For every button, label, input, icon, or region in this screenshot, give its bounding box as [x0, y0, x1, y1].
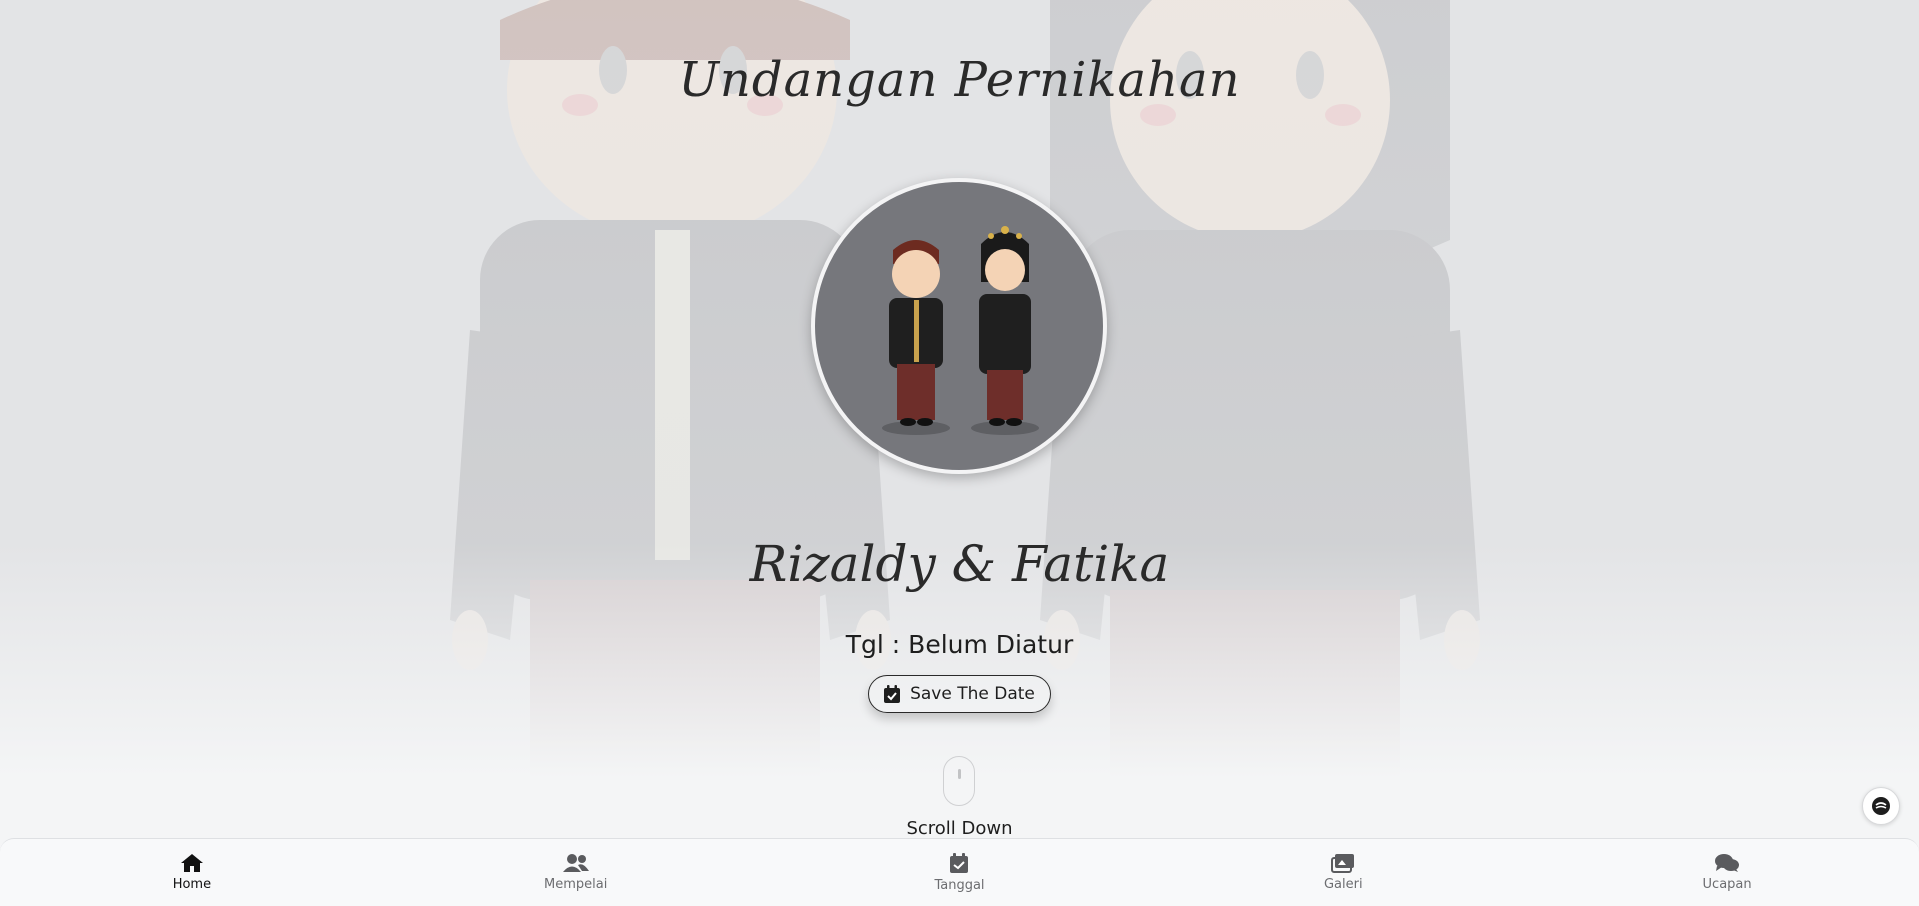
nav-item-galeri[interactable]: Galeri: [1151, 839, 1535, 906]
calendar-check-icon: [950, 853, 969, 873]
nav-item-label: Galeri: [1323, 877, 1363, 892]
nav-item-label: Ucapan: [1702, 877, 1752, 892]
couple-names: Rizaldy & Fatika: [749, 535, 1170, 593]
images-icon: [1331, 854, 1355, 873]
hero-section: Undangan Pernikahan Rizaldy & Fatika Tgl…: [0, 0, 1919, 839]
nav-item-label: Mempelai: [544, 877, 608, 892]
home-icon: [180, 854, 203, 872]
music-toggle-button[interactable]: [1862, 787, 1900, 825]
nav-item-home[interactable]: Home: [0, 839, 384, 906]
nav-item-label: Home: [172, 877, 212, 892]
nav-item-tanggal[interactable]: Tanggal: [768, 839, 1152, 906]
music-disc-icon: [1872, 797, 1890, 815]
calendar-check-icon: [884, 685, 901, 703]
comments-icon: [1715, 854, 1740, 872]
scroll-mouse-icon: [943, 756, 975, 806]
page-title: Undangan Pernikahan: [678, 52, 1241, 108]
couple-illustration: [882, 226, 1039, 435]
bottom-navigation: Home Mempelai Tanggal Galeri Ucapan: [0, 838, 1919, 906]
nav-item-ucapan[interactable]: Ucapan: [1535, 839, 1919, 906]
save-the-date-button[interactable]: Save The Date: [868, 675, 1051, 713]
nav-item-mempelai[interactable]: Mempelai: [384, 839, 768, 906]
scroll-down-label[interactable]: Scroll Down: [0, 818, 1919, 839]
wedding-date: Tgl : Belum Diatur: [845, 630, 1074, 659]
nav-item-label: Tanggal: [934, 878, 985, 893]
couple-photo: [811, 178, 1107, 474]
save-the-date-label: Save The Date: [910, 684, 1035, 704]
users-icon: [562, 854, 589, 872]
